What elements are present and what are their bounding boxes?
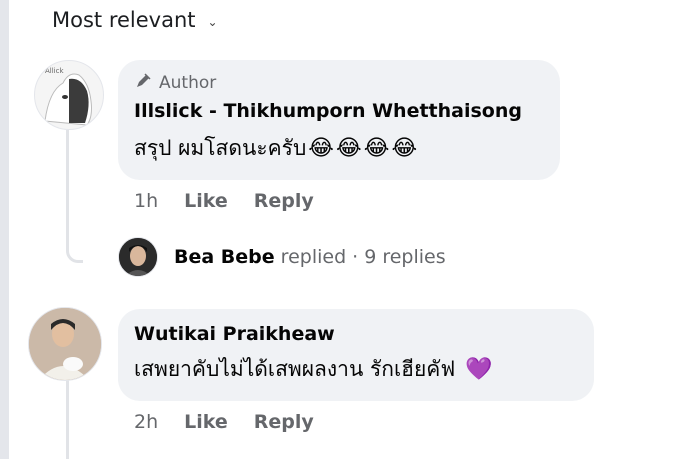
like-button[interactable]: Like: [184, 411, 228, 433]
timestamp[interactable]: 2h: [134, 411, 158, 433]
thread-connector: [66, 130, 83, 263]
pen-icon: [134, 72, 152, 95]
avatar[interactable]: [118, 237, 158, 277]
comment-body: สรุป ผมโสดนะครับ: [134, 136, 307, 160]
timestamp[interactable]: 1h: [134, 190, 158, 212]
comment-actions: 2h Like Reply: [134, 411, 314, 433]
avatar[interactable]: Allick: [34, 60, 104, 130]
tears-of-joy-icon: 😂: [391, 135, 418, 161]
sort-dropdown[interactable]: Most relevant ⌄: [52, 4, 218, 36]
reply-button[interactable]: Reply: [254, 190, 314, 212]
comment-actions: 1h Like Reply: [134, 190, 314, 212]
comment-body: เสพยาคับไม่ได้เสพผลงาน รักเฮียคัฟ: [134, 357, 456, 381]
sort-label: Most relevant: [52, 8, 196, 32]
like-button[interactable]: Like: [184, 190, 228, 212]
avatar[interactable]: [28, 307, 102, 381]
author-badge: Author: [134, 72, 542, 94]
reply-count: · 9 replies: [352, 246, 446, 268]
commenter-name[interactable]: Illslick - Thikhumporn Whetthaisong: [134, 100, 542, 122]
comment-bubble: Author Illslick - Thikhumporn Whetthaiso…: [118, 60, 560, 180]
chevron-down-icon: ⌄: [207, 15, 218, 29]
comment-text: สรุป ผมโสดนะครับ 😂 😂 😂 😂: [134, 132, 542, 165]
author-badge-label: Author: [159, 73, 217, 93]
svg-text:Allick: Allick: [45, 67, 64, 75]
replier-name: Bea Bebe: [174, 246, 275, 268]
tears-of-joy-icon: 😂: [336, 135, 362, 161]
comment-text: เสพยาคับไม่ได้เสพผลงาน รักเฮียคัฟ 💜: [134, 353, 576, 386]
commenter-name[interactable]: Wutikai Praikheaw: [134, 323, 576, 345]
replied-label: replied: [280, 246, 347, 268]
purple-heart-icon: 💜: [465, 356, 493, 382]
reply-button[interactable]: Reply: [254, 411, 314, 433]
view-replies-link[interactable]: Bea Bebe replied · 9 replies: [174, 246, 446, 268]
tears-of-joy-icon: 😂: [363, 135, 390, 161]
tears-of-joy-icon: 😂: [308, 135, 334, 161]
thread-connector: [66, 380, 69, 459]
comment-bubble: Wutikai Praikheaw เสพยาคับไม่ได้เสพผลงาน…: [118, 309, 594, 401]
left-edge-bar: [0, 0, 9, 459]
